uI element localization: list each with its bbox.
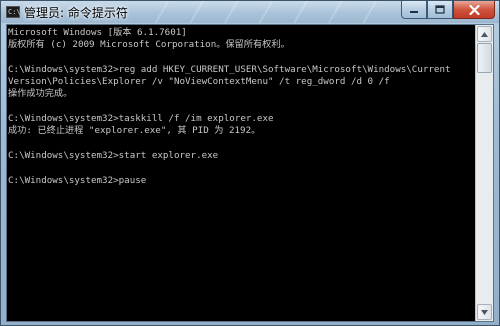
console-line: C:\Windows\system32>taskkill /f /im expl… bbox=[8, 113, 274, 125]
window-title: 管理员: 命令提示符 bbox=[24, 6, 128, 20]
maximize-icon bbox=[435, 5, 445, 14]
vertical-scrollbar[interactable] bbox=[475, 25, 493, 321]
close-button[interactable] bbox=[453, 1, 495, 19]
console-line: C:\Windows\system32>reg add HKEY_CURRENT… bbox=[8, 63, 451, 75]
scroll-up-button[interactable] bbox=[477, 26, 492, 42]
window-controls bbox=[401, 1, 495, 20]
cmd-app-icon[interactable]: C:\ bbox=[6, 6, 21, 18]
console-line: 成功: 已终止进程 "explorer.exe", 其 PID 为 2192。 bbox=[8, 125, 261, 137]
arrow-down-icon bbox=[481, 309, 488, 315]
console-line: C:\Windows\system32>start explorer.exe bbox=[8, 149, 219, 161]
close-icon bbox=[468, 4, 480, 15]
console-line: Microsoft Windows [版本 6.1.7601] bbox=[8, 27, 187, 38]
cmd-window: C:\ 管理员: 命令提示符 Microsoft Windows [版本 6.1… bbox=[0, 0, 500, 326]
maximize-button[interactable] bbox=[427, 1, 453, 19]
title-bar[interactable]: C:\ 管理员: 命令提示符 bbox=[1, 1, 499, 23]
console-output[interactable]: Microsoft Windows [版本 6.1.7601] 版权所有 (c)… bbox=[7, 25, 475, 321]
minimize-icon bbox=[410, 10, 418, 13]
arrow-up-icon bbox=[481, 31, 488, 37]
title-bar-texture bbox=[151, 1, 391, 23]
console-line: Version\Policies\Explorer /v "NoViewCont… bbox=[8, 76, 390, 88]
console-frame: Microsoft Windows [版本 6.1.7601] 版权所有 (c)… bbox=[6, 24, 494, 322]
console-line: 版权所有 (c) 2009 Microsoft Corporation。保留所有… bbox=[8, 39, 290, 51]
console-line: C:\Windows\system32>pause bbox=[8, 174, 147, 186]
scroll-down-button[interactable] bbox=[477, 304, 492, 320]
console-line: 操作成功完成。 bbox=[8, 88, 73, 100]
scrollbar-thumb[interactable] bbox=[477, 43, 492, 73]
minimize-button[interactable] bbox=[401, 1, 427, 19]
